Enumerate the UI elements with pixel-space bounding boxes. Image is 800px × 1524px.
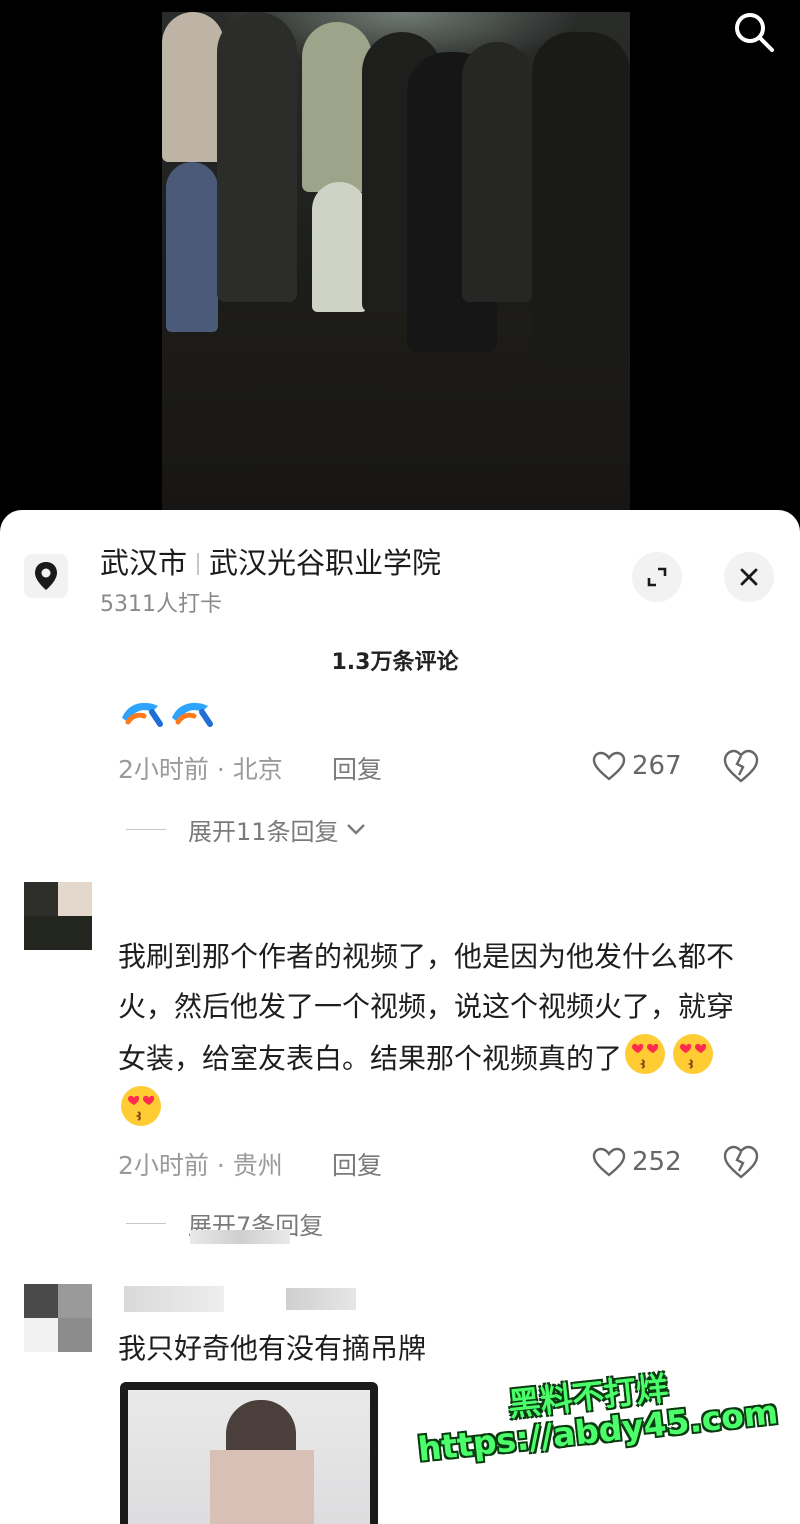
video-frame [162,12,630,512]
comment-image[interactable] [120,1382,378,1524]
comment-body: 我刷到那个作者的视频了，他是因为他发什么都不火，然后他发了一个视频，说这个视频火… [118,932,758,1136]
search-button[interactable] [730,8,778,56]
search-icon [735,13,774,52]
kick-emoji [172,702,213,727]
comment-meta: 2小时前 · 贵州 回复 252 [118,1142,768,1182]
expander-line [126,1222,166,1224]
comment-text: 我只好奇他有没有摘吊牌 [118,1332,427,1365]
redaction-blur [190,1230,290,1244]
image-face-blur [210,1450,314,1524]
comment-meta: 2小时前 · 北京 回复 267 [118,746,768,786]
comment-item: 我刷到那个作者的视频了，他是因为他发什么都不火，然后他发了一个视频，说这个视频火… [0,882,800,1252]
heart-icon [592,1147,626,1177]
comment-item: 2小时前 · 北京 回复 267 展开11条回复 [0,690,800,850]
title-separator [197,553,200,575]
location-checkins: 5311人打卡 [100,592,222,617]
comment-image-content [128,1390,370,1524]
video-person [166,162,218,332]
video-player[interactable] [0,0,800,530]
expand-button[interactable] [632,552,682,602]
broken-heart-icon[interactable] [722,748,760,784]
like-count: 267 [632,751,682,781]
expander-line [126,828,166,830]
username-blur [124,1286,224,1312]
location-header[interactable]: 武汉市 武汉光谷职业学院 5311人打卡 [24,540,776,620]
location-place: 武汉光谷职业学院 [209,546,442,580]
close-icon [740,568,758,586]
avatar[interactable] [24,882,92,950]
like-count: 252 [632,1147,682,1177]
reply-button[interactable]: 回复 [332,1146,382,1182]
heart-eyes-kiss-emoji [625,1034,666,1074]
video-person [312,182,367,312]
kick-emoji [122,702,163,727]
comment-time-location: 2小时前 · 贵州 [118,1151,283,1180]
comment-body [118,696,228,736]
close-button[interactable] [724,552,774,602]
comment-time-location: 2小时前 · 北京 [118,755,283,784]
comments-count: 1.3万条评论 [331,650,459,675]
reply-button[interactable]: 回复 [332,750,382,786]
chevron-down-icon [346,824,365,835]
video-person [462,42,532,302]
comment-body: 我只好奇他有没有摘吊牌 [118,1324,758,1374]
location-title[interactable]: 武汉市 武汉光谷职业学院 [100,540,441,582]
video-person [532,32,630,362]
expand-icon [647,567,667,587]
video-person [217,12,297,302]
location-city: 武汉市 [100,546,188,580]
expand-replies-button[interactable]: 展开11条回复 [126,812,367,846]
avatar[interactable] [24,1284,92,1352]
broken-heart-icon[interactable] [722,1144,760,1180]
author-tag-blur [286,1288,356,1310]
comment-sheet: 武汉市 武汉光谷职业学院 5311人打卡 1.3万条评论 2小时前 · 北京 回… [0,510,800,1524]
video-person [162,12,224,162]
heart-eyes-kiss-emoji [121,1086,161,1126]
heart-eyes-kiss-emoji [673,1034,714,1074]
like-button[interactable]: 252 [592,1142,682,1182]
expand-replies-label: 展开11条回复 [188,817,339,846]
like-button[interactable]: 267 [592,746,682,786]
heart-icon [592,751,626,781]
location-pin-icon [24,554,68,598]
